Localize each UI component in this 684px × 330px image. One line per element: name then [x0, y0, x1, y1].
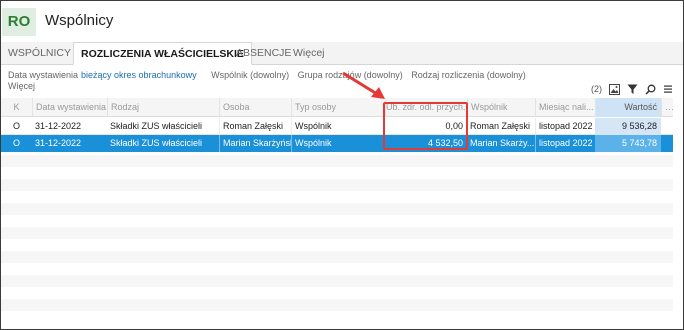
image-export-icon[interactable]: [609, 83, 620, 95]
empty-row: [1, 179, 673, 191]
filter-partner[interactable]: Wspólnik (dowolny): [211, 70, 289, 80]
filter-bar: Data wystawienia bieżący okres obrachunko…: [8, 70, 608, 91]
grid-header: K Data wystawienia Rodzaj Osoba Typ osob…: [1, 98, 673, 117]
cell-month: listopad 2022: [535, 135, 595, 152]
empty-row: [1, 287, 673, 299]
cell-date: 31-12-2022: [35, 138, 82, 148]
cell-type: Składki ZUS właścicieli: [110, 138, 203, 148]
empty-row: [1, 191, 673, 203]
tab-bar: WSPÓLNICY ROZLICZENIA WŁAŚCICIELSKIE ABS…: [1, 42, 683, 65]
menu-icon[interactable]: [663, 84, 673, 94]
filter-date-value[interactable]: bieżący okres obrachunkowy: [81, 70, 197, 80]
column-header-type[interactable]: Rodzaj: [107, 98, 219, 117]
column-header-value[interactable]: Wartość: [595, 98, 661, 117]
highlight-box: [383, 102, 468, 150]
filter-date[interactable]: Data wystawienia bieżący okres obrachunko…: [8, 70, 203, 80]
search-icon[interactable]: [645, 84, 656, 95]
empty-row: [1, 263, 673, 275]
filter-icon[interactable]: [627, 84, 638, 95]
cell-person-type: Wspólnik: [291, 135, 385, 152]
empty-row: [1, 275, 673, 287]
cell-value: 9 536,28: [595, 118, 661, 135]
column-header-k[interactable]: K: [1, 98, 32, 117]
app-badge: RO: [2, 8, 36, 36]
record-count: (2): [591, 84, 602, 94]
empty-row: [1, 167, 673, 179]
cell-month: listopad 2022: [535, 118, 595, 135]
tab-wspolnicy[interactable]: WSPÓLNICY: [1, 42, 78, 64]
empty-row: [1, 215, 673, 227]
tab-more[interactable]: Więcej: [286, 42, 332, 64]
title-bar: RO Wspólnicy: [1, 1, 683, 41]
cell-partner: Roman Załęski: [470, 121, 531, 131]
cell-value: 5 743,78: [595, 135, 661, 152]
column-header-partner[interactable]: Wspólnik: [467, 98, 535, 117]
empty-row: [1, 299, 673, 311]
cell-person: Roman Załęski: [219, 118, 291, 135]
table-row-selected[interactable]: O 31-12-2022 Składki ZUS właścicieli Mar…: [1, 135, 673, 152]
annotation-arrow-icon: [342, 71, 385, 99]
column-header-person[interactable]: Osoba: [219, 98, 291, 117]
filter-date-label: Data wystawienia: [8, 70, 79, 80]
empty-row: [1, 227, 673, 239]
cell-type: Składki ZUS właścicieli: [110, 121, 203, 131]
cell-person-type: Wspólnik: [291, 118, 385, 135]
empty-row: [1, 251, 673, 263]
window-title: Wspólnicy: [45, 12, 114, 29]
column-header-more[interactable]: …: [661, 98, 673, 117]
cell-partner: Marian Skarży...: [470, 138, 535, 148]
filter-more[interactable]: Więcej: [8, 81, 35, 92]
tab-rozliczenia-wlascicielskie[interactable]: ROZLICZENIA WŁAŚCICIELSKIE: [73, 42, 252, 65]
grid-toolbar: (2): [591, 82, 673, 96]
column-header-month[interactable]: Miesiąc nali...: [535, 98, 595, 117]
cell-k: O: [12, 138, 20, 148]
app-window: RO Wspólnicy WSPÓLNICY ROZLICZENIA WŁAŚC…: [0, 0, 684, 330]
cell-k: O: [12, 121, 20, 131]
table-row[interactable]: O 31-12-2022 Składki ZUS właścicieli Rom…: [1, 118, 673, 135]
cell-date: 31-12-2022: [35, 121, 82, 131]
empty-row: [1, 239, 673, 251]
cell-person: Marian Skarżyński: [219, 135, 291, 152]
empty-row: [1, 155, 673, 167]
column-header-date[interactable]: Data wystawienia: [32, 98, 107, 117]
filter-settlement-type[interactable]: Rodzaj rozliczenia (dowolny): [411, 70, 526, 80]
empty-row: [1, 203, 673, 215]
